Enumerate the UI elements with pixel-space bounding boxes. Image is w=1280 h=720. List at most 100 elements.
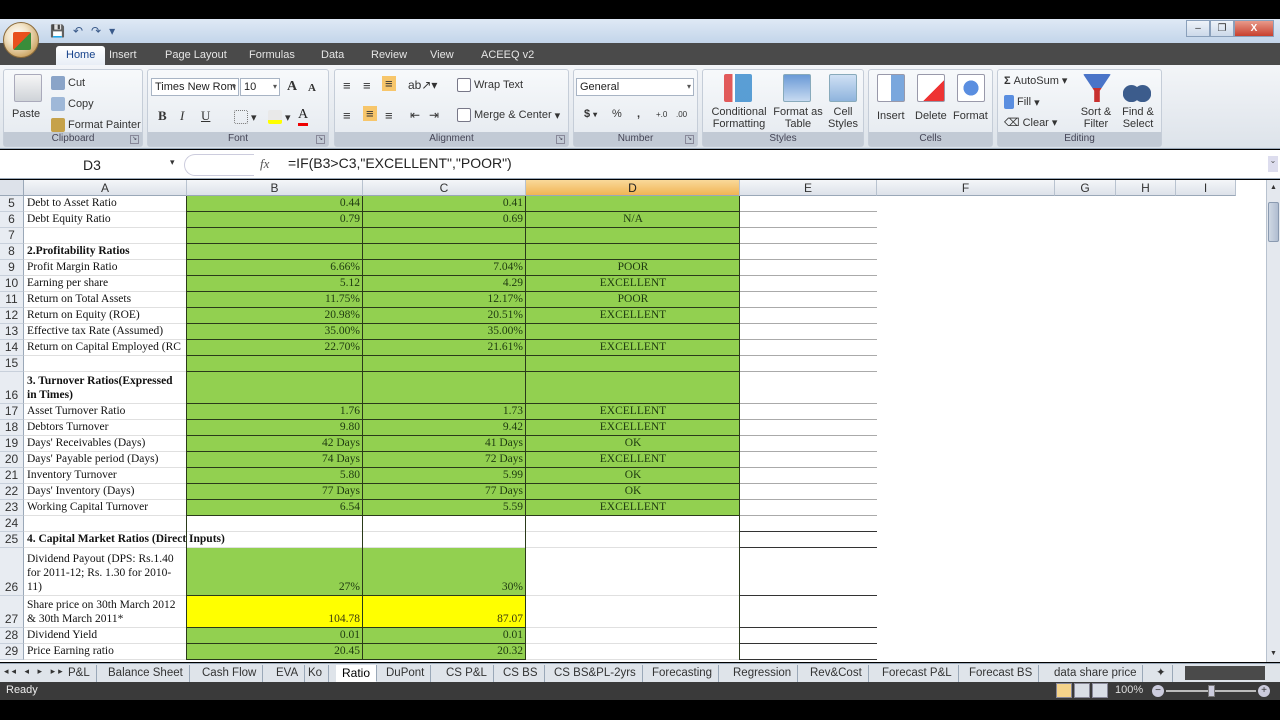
row-header[interactable]: 23 — [0, 500, 24, 516]
cell-b29[interactable]: 20.45 — [187, 644, 363, 660]
cell-e9[interactable] — [740, 260, 877, 276]
cell-d9[interactable]: POOR — [526, 260, 740, 276]
cell-c14[interactable]: 21.61% — [363, 340, 526, 356]
row-header[interactable]: 27 — [0, 596, 24, 628]
cell-a6[interactable]: Debt Equity Ratio — [24, 212, 187, 228]
cell-e11[interactable] — [740, 292, 877, 308]
borders-button[interactable]: ▾ — [234, 110, 257, 124]
insert-sheet-icon[interactable]: ✦ — [1150, 665, 1173, 682]
cell-a13[interactable]: Effective tax Rate (Assumed) — [24, 324, 187, 340]
horizontal-scrollbar[interactable] — [1185, 666, 1265, 680]
cell-b16[interactable] — [187, 372, 363, 404]
cell-b5[interactable]: 0.44 — [187, 196, 363, 212]
row-header[interactable]: 21 — [0, 468, 24, 484]
cell-c9[interactable]: 7.04% — [363, 260, 526, 276]
number-format-combo[interactable]: General ▾ — [576, 78, 694, 96]
sheet-tab-forecast-bs[interactable]: Forecast BS — [963, 665, 1040, 682]
font-name-combo[interactable]: Times New Rom ▾ — [151, 78, 239, 96]
cell-a10[interactable]: Earning per share — [24, 276, 187, 292]
cell-e26[interactable] — [740, 548, 877, 596]
cell-d20[interactable]: EXCELLENT — [526, 452, 740, 468]
insert-cells-button[interactable]: Insert — [877, 110, 905, 122]
cell-d19[interactable]: OK — [526, 436, 740, 452]
cell-a28[interactable]: Dividend Yield — [24, 628, 187, 644]
office-button[interactable] — [3, 22, 39, 58]
cell-c17[interactable]: 1.73 — [363, 404, 526, 420]
delete-cells-button[interactable]: Delete — [915, 110, 947, 122]
cell-c21[interactable]: 5.99 — [363, 468, 526, 484]
bottom-align-button[interactable]: ≡ — [382, 76, 396, 91]
row-header[interactable]: 12 — [0, 308, 24, 324]
cell-c22[interactable]: 77 Days — [363, 484, 526, 500]
tab-aceeq[interactable]: ACEEQ v2 — [471, 46, 544, 65]
sheet-tab-data-share-price[interactable]: data share price — [1048, 665, 1144, 682]
wrap-text-button[interactable]: Wrap Text — [457, 78, 523, 92]
sheet-tab-cash-flow[interactable]: Cash Flow — [196, 665, 264, 682]
clear-button[interactable]: ⌫ Clear ▾ — [1004, 116, 1057, 130]
sheet-tab-regression[interactable]: Regression — [727, 665, 799, 682]
cell-c12[interactable]: 20.51% — [363, 308, 526, 324]
save-icon[interactable]: 💾 — [50, 24, 65, 38]
cell-e25[interactable] — [740, 532, 877, 548]
cell-d23[interactable]: EXCELLENT — [526, 500, 740, 516]
cell-b26[interactable]: 27% — [187, 548, 363, 596]
cell-b8[interactable] — [187, 244, 363, 260]
cell-b23[interactable]: 6.54 — [187, 500, 363, 516]
cell-e21[interactable] — [740, 468, 877, 484]
undo-icon[interactable]: ↶ — [73, 24, 83, 38]
zoom-slider[interactable]: − + — [1152, 685, 1270, 697]
cell-e15[interactable] — [740, 356, 877, 372]
cell-e23[interactable] — [740, 500, 877, 516]
sheet-tab-rev-cost[interactable]: Rev&Cost — [804, 665, 869, 682]
row-header[interactable]: 29 — [0, 644, 24, 660]
row-header[interactable]: 7 — [0, 228, 24, 244]
cell-c27[interactable]: 87.07 — [363, 596, 526, 628]
cell-e7[interactable] — [740, 228, 877, 244]
worksheet-grid[interactable]: A B C D E F G H I 5 Debt to Asset Ratio 0.44 0.41 6 De… — [0, 180, 1266, 662]
sheet-tab-p-l[interactable]: P&L — [62, 665, 97, 682]
customize-qat-icon[interactable]: ▾ — [109, 24, 115, 38]
cell-d18[interactable]: EXCELLENT — [526, 420, 740, 436]
cell-e5[interactable] — [740, 196, 877, 212]
cell-d29[interactable] — [526, 644, 740, 660]
sheet-tab-cs-bs[interactable]: CS BS — [497, 665, 545, 682]
copy-button[interactable]: Copy — [51, 97, 94, 111]
increase-indent-button[interactable]: ⇥ — [429, 108, 439, 122]
cell-c11[interactable]: 12.17% — [363, 292, 526, 308]
cell-a21[interactable]: Inventory Turnover — [24, 468, 187, 484]
cell-b19[interactable]: 42 Days — [187, 436, 363, 452]
cell-c28[interactable]: 0.01 — [363, 628, 526, 644]
zoom-knob[interactable] — [1208, 685, 1215, 697]
cell-d21[interactable]: OK — [526, 468, 740, 484]
cell-b22[interactable]: 77 Days — [187, 484, 363, 500]
cell-d14[interactable]: EXCELLENT — [526, 340, 740, 356]
tab-home[interactable]: Home — [56, 46, 106, 65]
column-header-h[interactable]: H — [1116, 180, 1176, 196]
column-header-c[interactable]: C — [363, 180, 526, 196]
sheet-tab-balance-sheet[interactable]: Balance Sheet — [102, 665, 190, 682]
middle-align-button[interactable]: ≡ — [363, 78, 371, 93]
tab-insert[interactable]: Insert — [99, 46, 147, 65]
format-as-table-button[interactable]: Format as Table — [773, 106, 823, 130]
cell-c7[interactable] — [363, 228, 526, 244]
sheet-tab-eva[interactable]: EVA — [270, 665, 306, 682]
tab-page-layout[interactable]: Page Layout — [155, 46, 237, 65]
comma-button[interactable]: , — [637, 108, 640, 120]
cell-a24[interactable] — [24, 516, 187, 532]
cell-a25[interactable]: 4. Capital Market Ratios (Direct Inputs) — [24, 532, 526, 548]
sheet-tab-ko[interactable]: Ko — [302, 665, 330, 682]
cell-c20[interactable]: 72 Days — [363, 452, 526, 468]
conditional-formatting-button[interactable]: Conditional Formatting — [707, 106, 771, 130]
cell-d16[interactable] — [526, 372, 740, 404]
row-header[interactable]: 16 — [0, 372, 24, 404]
name-box-dropdown-icon[interactable]: ▾ — [170, 157, 175, 168]
clipboard-launcher-icon[interactable]: ↘ — [130, 135, 139, 144]
align-center-button[interactable]: ≡ — [363, 106, 377, 121]
cell-d24[interactable] — [526, 516, 740, 532]
cell-d26[interactable] — [526, 548, 740, 596]
row-header[interactable]: 26 — [0, 548, 24, 596]
cell-d17[interactable]: EXCELLENT — [526, 404, 740, 420]
cell-b11[interactable]: 11.75% — [187, 292, 363, 308]
cell-a5[interactable]: Debt to Asset Ratio — [24, 196, 187, 212]
cell-a18[interactable]: Debtors Turnover — [24, 420, 187, 436]
